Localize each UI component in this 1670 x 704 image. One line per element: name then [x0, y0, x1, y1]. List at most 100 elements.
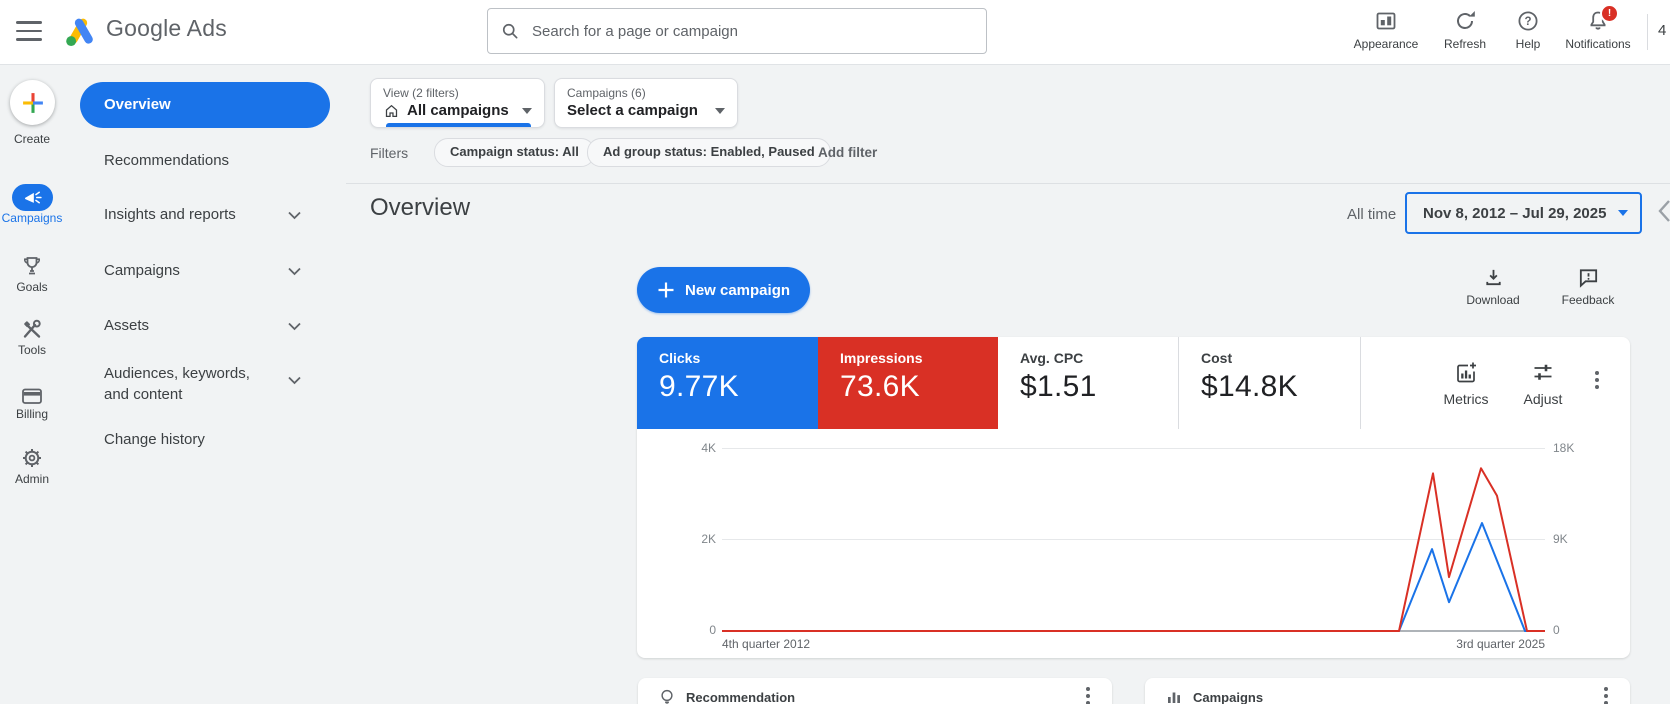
download-label: Download	[1458, 293, 1528, 307]
billing-card-icon[interactable]	[20, 384, 44, 408]
nav-item-overview[interactable]: Overview	[80, 82, 330, 128]
page-title: Overview	[370, 194, 470, 222]
date-caret-icon	[1618, 210, 1628, 216]
plus-icon	[657, 281, 675, 299]
home-icon	[383, 103, 400, 119]
card-more-menu-icon[interactable]	[1604, 687, 1608, 704]
right-axis-tick: 0	[1553, 623, 1560, 637]
left-axis-tick: 2K	[676, 532, 716, 546]
create-plus-icon	[22, 92, 44, 114]
campaign-selector[interactable]: Campaigns (6) Select a campaign	[554, 78, 738, 128]
right-axis-tick: 9K	[1553, 532, 1568, 546]
rail-item-campaigns[interactable]	[12, 184, 53, 211]
dropdown-caret-icon	[522, 108, 532, 114]
date-range-value: Nov 8, 2012 – Jul 29, 2025	[1423, 205, 1606, 222]
campaign-selector-label: Campaigns (6)	[567, 86, 725, 100]
campaign-selector-value: Select a campaign	[567, 102, 698, 119]
add-filter-button[interactable]: Add filter	[818, 145, 877, 160]
feedback-label: Feedback	[1553, 293, 1623, 307]
hamburger-menu-icon[interactable]	[16, 21, 42, 41]
rail-label-billing: Billing	[0, 407, 64, 421]
appearance-icon	[1346, 8, 1426, 34]
filter-chip-campaign-status[interactable]: Campaign status: All	[434, 138, 595, 167]
topbar-divider	[1647, 14, 1648, 50]
appearance-button[interactable]: Appearance	[1346, 8, 1426, 58]
svg-text:?: ?	[1524, 16, 1531, 28]
google-ads-logo-icon[interactable]	[64, 16, 98, 47]
nav-item-insights-and-reports[interactable]: Insights and reports	[104, 206, 236, 223]
chevron-down-icon[interactable]	[288, 322, 301, 331]
campaigns-chart-icon	[1165, 688, 1183, 704]
recommendation-card[interactable]: Recommendation	[638, 678, 1112, 704]
chevron-down-icon[interactable]	[288, 376, 301, 385]
adjust-button[interactable]: Adjust	[1508, 361, 1578, 407]
refresh-button[interactable]: Refresh	[1428, 8, 1502, 58]
dropdown-caret-icon	[715, 108, 725, 114]
global-search[interactable]	[487, 8, 987, 54]
nav-item-assets[interactable]: Assets	[104, 317, 149, 334]
feedback-icon	[1553, 266, 1623, 289]
feedback-button[interactable]: Feedback	[1553, 266, 1623, 307]
download-icon	[1458, 266, 1528, 289]
view-selector[interactable]: View (2 filters) All campaigns	[370, 78, 545, 128]
rail-label-tools: Tools	[0, 343, 64, 357]
search-input[interactable]	[530, 22, 974, 41]
google-ads-app: Google Ads Appearance	[0, 0, 1670, 704]
nav-item-campaigns[interactable]: Campaigns	[104, 262, 180, 279]
chart-toolbar: Metrics Adjust	[1360, 337, 1631, 429]
metrics-button[interactable]: Metrics	[1431, 361, 1501, 407]
date-range-shortcut: All time	[1347, 206, 1396, 223]
scorecard-avg-cpc[interactable]: Avg. CPC $1.51	[998, 337, 1178, 429]
create-label: Create	[0, 132, 64, 146]
campaigns-megaphone-icon	[23, 190, 43, 205]
redacted-account-name-2	[258, 30, 438, 49]
new-campaign-button[interactable]: New campaign	[637, 267, 810, 313]
top-bar: Google Ads Appearance	[0, 0, 1670, 65]
admin-gear-icon[interactable]	[20, 446, 44, 470]
right-axis-tick: 18K	[1553, 441, 1574, 455]
account-id-truncated[interactable]: 4	[1658, 22, 1666, 39]
notifications-button[interactable]: ! Notifications	[1552, 8, 1644, 58]
left-axis-tick: 0	[676, 623, 716, 637]
search-icon	[500, 21, 520, 41]
left-axis-tick: 4K	[676, 441, 716, 455]
filter-chip-ad-group-status[interactable]: Ad group status: Enabled, Paused	[587, 138, 831, 167]
chevron-down-icon[interactable]	[288, 267, 301, 276]
nav-item-audiences-keywords-content[interactable]: Audiences, keywords, and content	[104, 363, 276, 405]
date-range-picker[interactable]: Nov 8, 2012 – Jul 29, 2025	[1405, 192, 1642, 234]
notifications-badge: !	[1600, 4, 1619, 23]
notifications-bell-icon: !	[1552, 8, 1644, 34]
x-axis-end-label: 3rd quarter 2025	[1395, 637, 1545, 651]
product-name: Google Ads	[106, 15, 227, 42]
campaigns-card-title: Campaigns	[1193, 690, 1263, 704]
rail-label-goals: Goals	[0, 280, 64, 294]
recommendation-card-title: Recommendation	[686, 690, 795, 704]
chevron-down-icon[interactable]	[288, 211, 301, 220]
scorecard-clicks[interactable]: Clicks 9.77K	[637, 337, 818, 429]
card-more-menu-icon[interactable]	[1595, 371, 1599, 392]
tools-icon[interactable]	[20, 317, 44, 341]
rail-label-campaigns: Campaigns	[0, 211, 64, 225]
campaigns-card[interactable]: Campaigns	[1145, 678, 1630, 704]
help-icon: ?	[1498, 8, 1558, 34]
view-selector-label: View (2 filters)	[383, 86, 532, 100]
create-button[interactable]	[10, 80, 55, 125]
metrics-chart-icon	[1431, 361, 1501, 385]
nav-item-recommendations[interactable]: Recommendations	[104, 152, 229, 169]
scorecard-impressions[interactable]: Impressions 73.6K	[818, 337, 998, 429]
rail-label-admin: Admin	[0, 472, 64, 486]
toolbar-divider	[346, 183, 1670, 184]
recommendation-bulb-icon	[658, 688, 676, 704]
overview-chart[interactable]	[722, 448, 1545, 631]
scorecard-cost[interactable]: Cost $14.8K	[1178, 337, 1360, 429]
download-button[interactable]: Download	[1458, 266, 1528, 307]
card-more-menu-icon[interactable]	[1086, 687, 1090, 704]
nav-item-change-history[interactable]: Change history	[104, 431, 205, 448]
goals-trophy-icon[interactable]	[20, 254, 44, 278]
help-button[interactable]: ? Help	[1498, 8, 1558, 58]
previous-period-chevron-icon[interactable]	[1656, 198, 1670, 224]
view-selector-value: All campaigns	[407, 102, 509, 119]
series-clicks	[722, 523, 1545, 631]
new-campaign-label: New campaign	[685, 282, 790, 299]
adjust-sliders-icon	[1508, 361, 1578, 385]
